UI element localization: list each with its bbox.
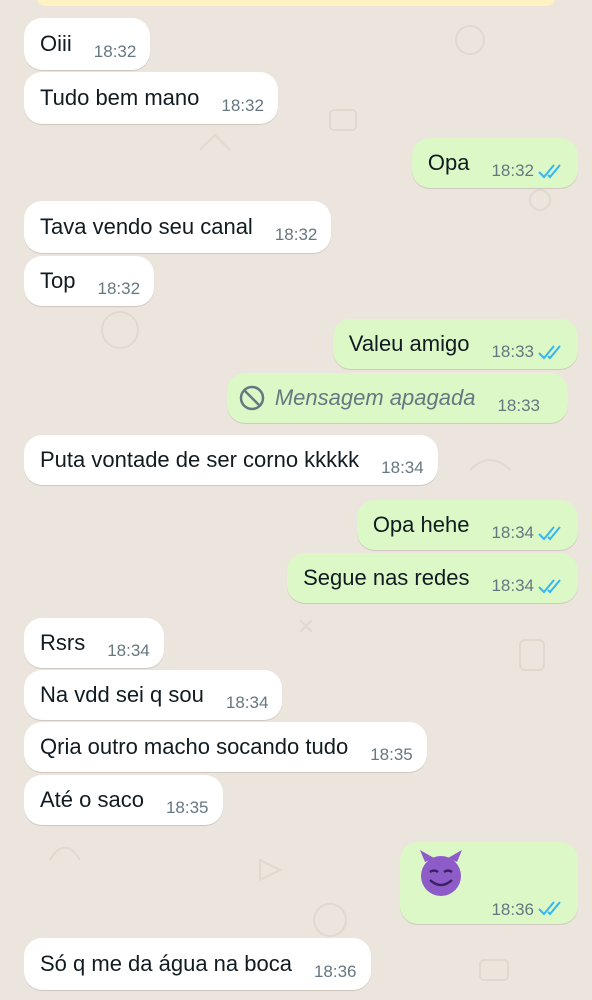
message-time: 18:33 <box>491 342 534 361</box>
message-text: Puta vontade de ser corno kkkkk <box>40 447 360 472</box>
incoming-message[interactable]: Só q me da água na boca 18:36 <box>24 938 371 990</box>
read-receipt-icon <box>538 345 561 360</box>
outgoing-message[interactable]: Opa hehe 18:34 <box>356 500 578 550</box>
outgoing-emoji-message[interactable]: 18:36 <box>400 842 578 924</box>
incoming-message[interactable]: Até o saco 18:35 <box>24 775 223 825</box>
outgoing-message[interactable]: Opa 18:32 <box>411 138 578 188</box>
message-time: 18:32 <box>93 42 137 61</box>
message-text: Opa <box>427 150 470 175</box>
outgoing-message[interactable]: Valeu amigo 18:33 <box>332 319 578 369</box>
message-time: 18:32 <box>221 96 264 115</box>
message-text: Opa hehe <box>372 512 470 537</box>
message-time: 18:36 <box>491 900 534 919</box>
message-time: 18:36 <box>313 962 357 981</box>
incoming-message[interactable]: Na vdd sei q sou 18:34 <box>24 670 283 720</box>
read-receipt-icon <box>538 901 561 916</box>
message-time: 18:32 <box>274 225 318 244</box>
message-text: Qria outro macho socando tudo <box>40 734 349 759</box>
system-notice-banner <box>36 0 556 6</box>
message-time: 18:35 <box>165 798 209 817</box>
incoming-message[interactable]: Top 18:32 <box>24 256 155 306</box>
incoming-message[interactable]: Puta vontade de ser corno kkkkk 18:34 <box>24 435 438 485</box>
message-text: Até o saco <box>40 787 144 812</box>
message-time: 18:32 <box>491 161 534 180</box>
message-time: 18:34 <box>491 576 534 595</box>
message-text: Tudo bem mano <box>40 85 200 110</box>
read-receipt-icon <box>538 579 561 594</box>
incoming-message[interactable]: Rsrs 18:34 <box>24 618 164 668</box>
message-time: 18:34 <box>107 641 150 660</box>
read-receipt-icon <box>538 526 561 541</box>
deleted-message[interactable]: Mensagem apagada 18:33 <box>226 373 568 423</box>
message-text: Oiii <box>40 31 72 56</box>
message-time: 18:34 <box>225 693 269 712</box>
message-time: 18:34 <box>491 523 534 542</box>
outgoing-message[interactable]: Segue nas redes 18:34 <box>287 553 578 603</box>
incoming-message[interactable]: Oiii 18:32 <box>24 18 151 70</box>
message-text: Top <box>40 268 76 293</box>
incoming-message[interactable]: Tudo bem mano 18:32 <box>24 72 278 124</box>
incoming-message[interactable]: Tava vendo seu canal 18:32 <box>24 201 332 253</box>
incoming-message[interactable]: Qria outro macho socando tudo 18:35 <box>24 722 427 772</box>
read-receipt-icon <box>538 164 561 179</box>
smiling-devil-emoji <box>420 850 462 896</box>
message-text: Na vdd sei q sou <box>40 682 204 707</box>
message-text: Valeu amigo <box>348 331 470 356</box>
message-text: Segue nas redes <box>303 565 470 590</box>
message-text: Tava vendo seu canal <box>40 214 253 239</box>
message-time: 18:35 <box>370 745 413 764</box>
message-text: Mensagem apagada <box>274 385 476 410</box>
message-time: 18:33 <box>497 396 540 415</box>
message-time: 18:34 <box>381 458 424 477</box>
message-text: Rsrs <box>40 630 86 655</box>
message-text: Só q me da água na boca <box>40 951 292 976</box>
message-time: 18:32 <box>97 279 141 298</box>
blocked-icon <box>239 385 265 411</box>
